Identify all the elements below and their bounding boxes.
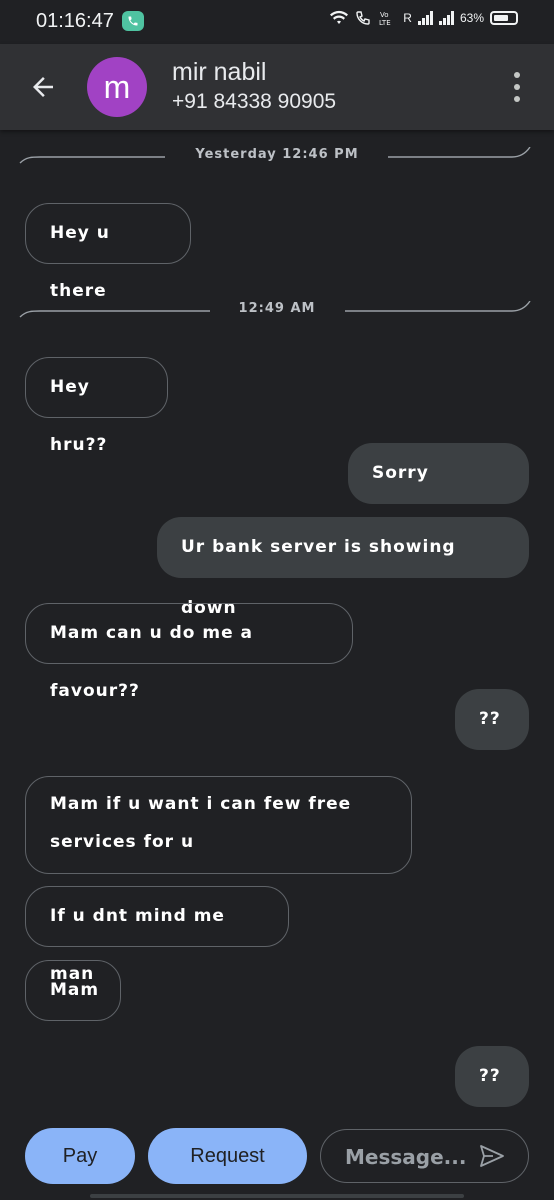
status-time: 01:16:47: [36, 10, 114, 32]
message-bubble[interactable]: If u dnt mind me man: [25, 886, 289, 984]
wifi-icon: [330, 10, 349, 24]
message-bubble[interactable]: ??: [455, 689, 529, 750]
avatar[interactable]: m: [87, 57, 147, 117]
message-bubble[interactable]: Ur bank server is showing down: [157, 517, 529, 618]
message-bubble[interactable]: Mam: [25, 960, 121, 1021]
gesture-nav-bar: [90, 1194, 464, 1198]
date-divider: 12:49 AM: [0, 301, 554, 321]
pay-button[interactable]: Pay: [25, 1128, 135, 1184]
message-bubble[interactable]: Mam if u want i can few free services fo…: [25, 776, 412, 874]
status-bar: 01:16:47 Vo LTE R 63%: [0, 0, 554, 44]
status-icons: Vo LTE R 63%: [329, 10, 518, 26]
contact-phone: +91 84338 90905: [172, 90, 337, 113]
roaming-indicator: R: [403, 11, 412, 25]
wifi-calling-icon: [356, 11, 370, 25]
message-composer: [320, 1129, 529, 1183]
send-icon[interactable]: [479, 1144, 505, 1168]
battery-percent: 63%: [459, 11, 484, 25]
message-line: Mam if u want i can few free: [50, 794, 352, 814]
svg-text:LTE: LTE: [379, 19, 391, 26]
message-line: services for u: [50, 832, 195, 852]
request-button[interactable]: Request: [148, 1128, 307, 1184]
avatar-letter: m: [103, 68, 131, 105]
divider-label: Yesterday 12:46 PM: [195, 147, 359, 162]
ongoing-call-icon[interactable]: [122, 11, 144, 31]
battery-icon: [490, 11, 518, 25]
message-bubble[interactable]: Sorry bhaiya: [348, 443, 529, 544]
divider-label: 12:49 AM: [238, 301, 316, 316]
date-divider: Yesterday 12:46 PM: [0, 147, 554, 167]
message-bubble[interactable]: ??: [455, 1046, 529, 1107]
volte-icon: VoLTE: [379, 11, 391, 26]
back-arrow-icon[interactable]: [28, 72, 58, 102]
more-options-icon[interactable]: [512, 72, 522, 102]
signal-strength-icon: [417, 11, 433, 25]
signal-strength-icon-2: [438, 11, 454, 25]
conversation-header: m mir nabil +91 84338 90905: [0, 44, 554, 130]
message-bubble[interactable]: Mam can u do me a favour??: [25, 603, 353, 701]
svg-text:Vo: Vo: [380, 11, 389, 19]
message-input[interactable]: [345, 1143, 475, 1171]
contact-name[interactable]: mir nabil: [172, 58, 266, 87]
message-bubble[interactable]: Hey u there: [25, 203, 191, 301]
message-bubble[interactable]: Hey hru??: [25, 357, 168, 455]
